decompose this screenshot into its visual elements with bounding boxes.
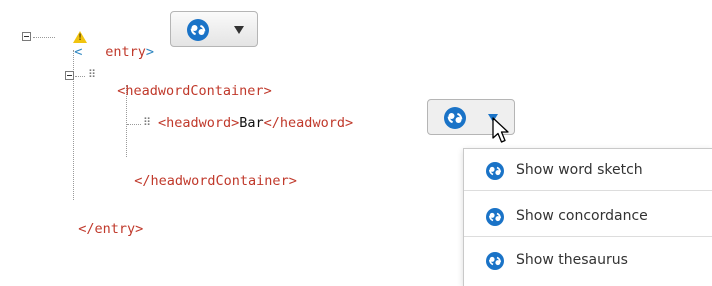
entry-actions-button[interactable] xyxy=(170,11,258,47)
tree-connector xyxy=(127,124,141,125)
sketch-engine-logo-icon xyxy=(486,208,504,226)
menu-item-label: Show concordance xyxy=(516,208,648,224)
headword-container-close-tag: </headwordContainer> xyxy=(118,157,297,189)
tree-connector xyxy=(75,76,85,77)
mouse-cursor-icon xyxy=(492,117,509,143)
caret-down-icon xyxy=(234,26,244,34)
entry-name: entry xyxy=(105,44,146,60)
tag-text: </entry> xyxy=(78,221,144,237)
sketch-engine-logo-icon xyxy=(187,19,209,41)
sketch-engine-logo-icon xyxy=(444,107,466,129)
sketch-engine-logo-icon xyxy=(486,252,504,270)
entry-close-tag: </entry> xyxy=(62,205,143,237)
headword-open-tag: <headword> xyxy=(158,115,240,131)
tag-text: </headwordContainer> xyxy=(134,173,297,189)
menu-item-label: Show word sketch xyxy=(516,162,643,178)
tag-bracket: < xyxy=(74,44,83,60)
collapse-toggle-icon[interactable] xyxy=(65,71,74,80)
warning-glyph: ! xyxy=(78,33,83,43)
sketch-engine-logo-icon xyxy=(486,162,504,180)
collapse-toggle-icon[interactable] xyxy=(22,32,31,41)
headword-close-tag: </headword> xyxy=(263,115,354,131)
warning-icon[interactable]: ! xyxy=(73,31,87,43)
headword-element: <headword>Bar</headword> xyxy=(158,115,353,131)
tag-text: <headwordContainer> xyxy=(117,83,272,99)
menu-item-show-word-sketch[interactable]: Show word sketch xyxy=(464,149,712,191)
drag-grip-icon[interactable]: ⠿ xyxy=(88,69,96,80)
menu-item-show-thesaurus[interactable]: Show thesaurus xyxy=(464,239,712,280)
drag-grip-icon[interactable]: ⠿ xyxy=(143,117,151,128)
menu-item-show-concordance[interactable]: Show concordance xyxy=(464,195,712,237)
tree-connector xyxy=(33,37,55,38)
tag-bracket: > xyxy=(145,44,155,60)
actions-dropdown-menu: Show word sketch Show concordance Show t… xyxy=(463,148,712,286)
entry-tag-name: entry> xyxy=(89,28,154,60)
headword-value[interactable]: Bar xyxy=(239,115,263,131)
headword-container-open-tag: <headwordContainer> xyxy=(101,67,272,99)
menu-item-label: Show thesaurus xyxy=(516,252,628,268)
